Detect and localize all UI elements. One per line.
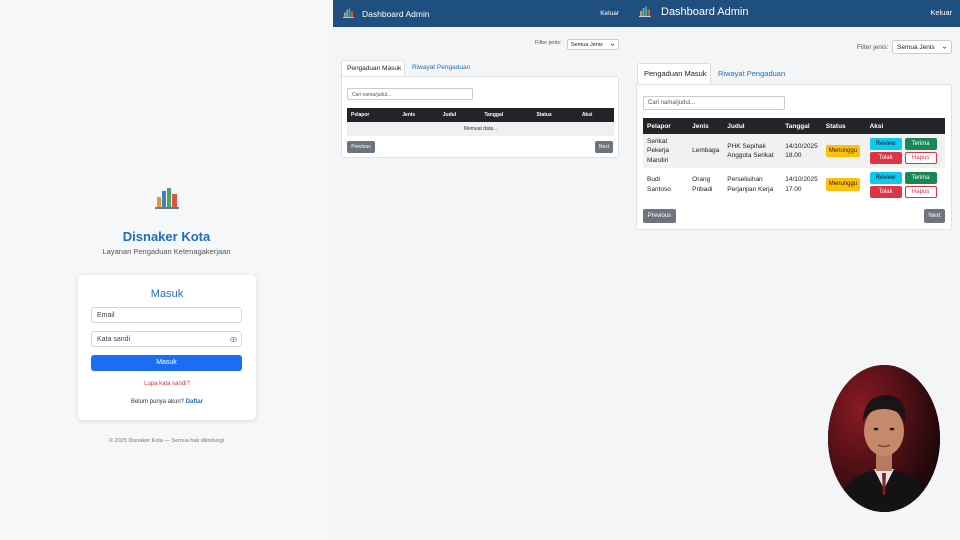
filter-value: Semua Jenis xyxy=(897,44,935,51)
presenter-webcam-avatar xyxy=(828,365,940,512)
complaints-table: Pelapor Jenis Judul Tanggal Status Aksi … xyxy=(347,108,614,136)
table-row: Memuat data... xyxy=(347,122,614,136)
login-card: Masuk Email Kata sandi Masuk Lupa kata s… xyxy=(78,275,256,420)
actions-cell: Review Terima Tolak Hapus xyxy=(865,168,945,202)
filter-type-select[interactable]: Semua Jenis xyxy=(892,40,952,54)
table-row: Budi Santoso Orang Pribadi Perselisihan … xyxy=(643,168,945,202)
navbar: Dashboard Admin Keluar xyxy=(333,0,626,27)
column-header: Aksi xyxy=(577,108,614,122)
title-cell: Perselisihan Perjanjian Kerja xyxy=(723,168,782,202)
search-input[interactable]: Cari nama/judul... xyxy=(347,88,473,100)
complaints-panel: Cari nama/judul... Pelapor Jenis Judul T… xyxy=(636,84,952,230)
search-placeholder: Cari nama/judul... xyxy=(648,100,696,106)
column-header: Aksi xyxy=(865,118,945,134)
reporter-cell: Budi Santoso xyxy=(643,168,689,202)
status-badge: Menunggu xyxy=(825,144,861,158)
navbar: Dashboard Admin Keluar xyxy=(626,0,960,27)
date-cell: 14/10/2025 18.00 xyxy=(781,134,822,169)
brand-title: Disnaker Kota xyxy=(122,229,211,244)
status-cell: Menunggu xyxy=(821,134,866,169)
tab-complaint-history[interactable]: Riwayat Pengaduan xyxy=(412,64,470,71)
reject-button[interactable]: Tolak xyxy=(869,185,902,198)
column-header: Pelapor xyxy=(347,108,399,122)
table-row: Serikat Pekerja Mandiri Lembaga PHK Sepi… xyxy=(643,134,945,169)
type-cell: Lembaga xyxy=(688,134,724,169)
table-header-row: Pelapor Jenis Judul Tanggal Status Aksi xyxy=(347,108,614,122)
brand-tagline: Layanan Pengaduan Ketenagakerjaan xyxy=(102,247,231,256)
column-header: Judul xyxy=(723,118,782,134)
delete-button[interactable]: Hapus xyxy=(904,152,937,165)
navbar-title: Dashboard Admin xyxy=(362,9,430,19)
loading-message: Memuat data... xyxy=(347,122,614,136)
reporter-cell: Serikat Pekerja Mandiri xyxy=(643,134,689,169)
logout-link[interactable]: Keluar xyxy=(930,8,952,17)
review-button[interactable]: Review xyxy=(869,171,902,184)
review-button[interactable]: Review xyxy=(869,138,902,151)
next-page-button[interactable]: Next xyxy=(924,209,945,223)
complaints-table: Pelapor Jenis Judul Tanggal Status Aksi … xyxy=(643,118,945,202)
column-header: Pelapor xyxy=(643,118,689,134)
tab-incoming-complaints[interactable]: Pengaduan Masuk xyxy=(341,60,405,76)
column-header: Jenis xyxy=(398,108,439,122)
city-buildings-logo-icon xyxy=(155,188,179,209)
logout-link[interactable]: Keluar xyxy=(600,10,619,17)
filter-value: Semua Jenis xyxy=(571,42,603,48)
status-badge: Menunggu xyxy=(825,178,861,192)
type-cell: Orang Pribadi xyxy=(688,168,724,202)
email-field[interactable]: Email xyxy=(91,307,242,323)
column-header: Jenis xyxy=(688,118,724,134)
filter-label: Filter jenis: xyxy=(857,44,889,51)
column-header: Tanggal xyxy=(781,118,822,134)
actions-cell: Review Terima Tolak Hapus xyxy=(865,134,945,169)
column-header: Judul xyxy=(438,108,481,122)
delete-button[interactable]: Hapus xyxy=(904,185,937,198)
column-header: Status xyxy=(532,108,578,122)
previous-page-button[interactable]: Previous xyxy=(643,209,676,223)
chevron-down-icon xyxy=(610,43,615,46)
reject-button[interactable]: Tolak xyxy=(869,152,902,165)
login-card-title: Masuk xyxy=(150,288,184,300)
accept-button[interactable]: Terima xyxy=(904,138,937,151)
chevron-down-icon xyxy=(942,46,947,49)
date-cell: 14/10/2025 17.00 xyxy=(781,168,822,202)
city-buildings-logo-icon xyxy=(343,8,354,18)
status-cell: Menunggu xyxy=(821,168,866,202)
login-page: Disnaker Kota Layanan Pengaduan Ketenaga… xyxy=(0,0,333,540)
tab-incoming-complaints[interactable]: Pengaduan Masuk xyxy=(637,63,711,84)
previous-page-button[interactable]: Previous xyxy=(347,141,375,153)
person-portrait-icon xyxy=(828,365,940,512)
admin-dashboard-small: Dashboard Admin Keluar Filter jenis: Sem… xyxy=(333,0,626,540)
footer-copyright: © 2025 Disnaker Kota — Semua hak dilindu… xyxy=(108,438,225,444)
search-placeholder: Cari nama/judul... xyxy=(352,92,392,98)
tab-complaint-history[interactable]: Riwayat Pengaduan xyxy=(718,69,785,78)
accept-button[interactable]: Terima xyxy=(904,171,937,184)
filter-label: Filter jenis: xyxy=(535,40,562,46)
login-button[interactable]: Masuk xyxy=(91,355,242,371)
email-placeholder: Email xyxy=(97,312,115,319)
search-input[interactable]: Cari nama/judul... xyxy=(643,96,785,110)
column-header: Status xyxy=(821,118,866,134)
city-buildings-logo-icon xyxy=(639,6,651,17)
register-link[interactable]: Daftar xyxy=(186,399,203,405)
password-field[interactable]: Kata sandi xyxy=(91,331,242,347)
no-account-text: Belum punya akun? xyxy=(130,399,185,405)
title-cell: PHK Sepihak Anggota Serikat xyxy=(723,134,782,169)
next-page-button[interactable]: Next xyxy=(595,141,613,153)
filter-type-select[interactable]: Semua Jenis xyxy=(567,39,619,50)
forgot-password-link[interactable]: Lupa kata sandi? xyxy=(78,381,256,387)
password-placeholder: Kata sandi xyxy=(97,336,131,343)
table-header-row: Pelapor Jenis Judul Tanggal Status Aksi xyxy=(643,118,945,134)
column-header: Tanggal xyxy=(480,108,533,122)
signup-prompt: Belum punya akun? Daftar xyxy=(78,399,256,405)
navbar-title: Dashboard Admin xyxy=(661,6,749,18)
eye-icon[interactable] xyxy=(230,336,237,343)
complaints-panel: Cari nama/judul... Pelapor Jenis Judul T… xyxy=(341,76,619,158)
